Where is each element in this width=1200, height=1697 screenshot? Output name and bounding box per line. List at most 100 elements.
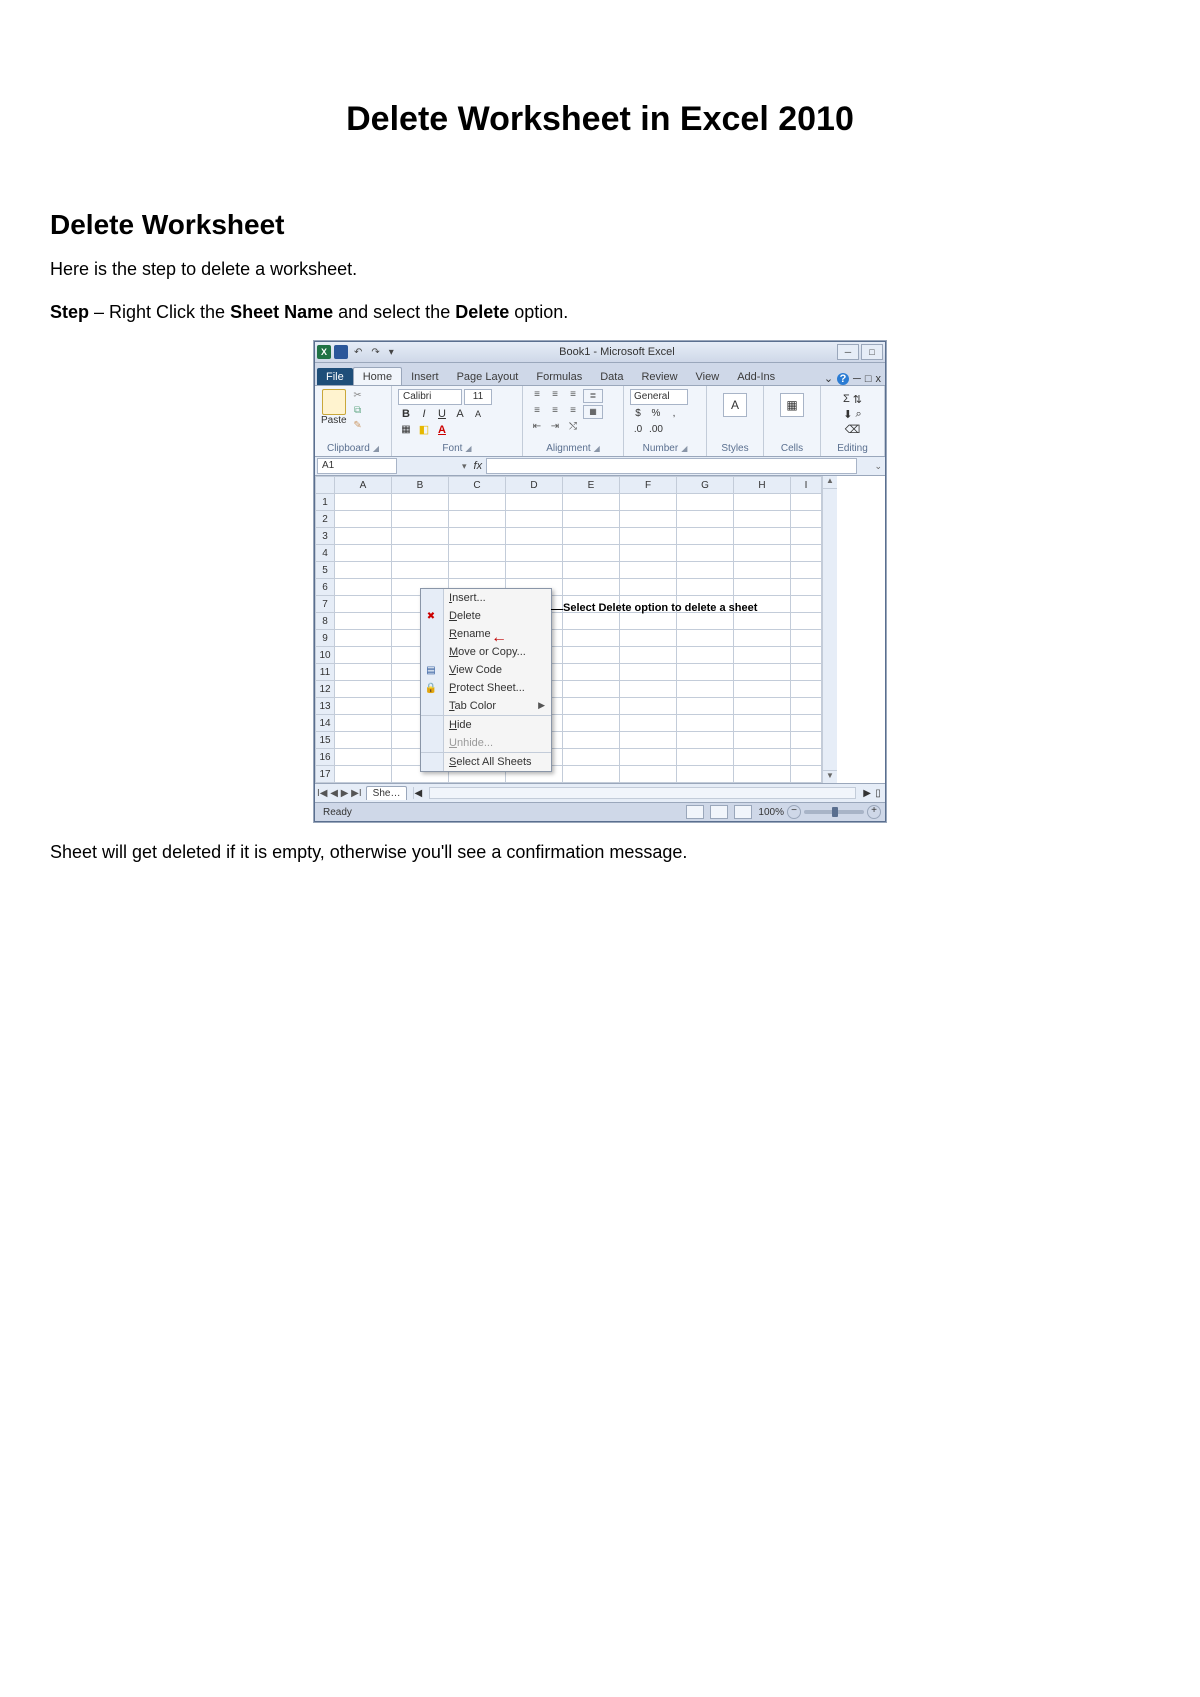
comma-button[interactable]: , [666, 407, 682, 421]
ctx-hide[interactable]: Hide [421, 716, 551, 734]
tab-home[interactable]: Home [353, 367, 402, 385]
redo-button[interactable]: ↷ [368, 347, 382, 358]
ctx-insert[interactable]: Insert... [421, 589, 551, 607]
shrink-font-button[interactable]: A [470, 407, 486, 421]
font-name-select[interactable]: Calibri [398, 389, 462, 405]
row-header[interactable]: 10 [316, 647, 335, 664]
currency-button[interactable]: $ [630, 407, 646, 421]
sheet-tab[interactable]: She… [366, 786, 408, 800]
minimize-ribbon-icon[interactable]: ⌄ [824, 372, 833, 385]
bold-button[interactable]: B [398, 407, 414, 421]
undo-button[interactable]: ↶ [351, 347, 365, 358]
row-header[interactable]: 11 [316, 664, 335, 681]
view-normal-button[interactable] [686, 805, 704, 819]
row-header[interactable]: 4 [316, 545, 335, 562]
wb-minimize[interactable]: ─ [853, 373, 861, 385]
ctx-select-all[interactable]: Select All Sheets [421, 753, 551, 771]
row-header[interactable]: 16 [316, 749, 335, 766]
wb-restore[interactable]: □ [865, 373, 872, 385]
row-header[interactable]: 15 [316, 732, 335, 749]
view-layout-button[interactable] [710, 805, 728, 819]
number-format-select[interactable]: General [630, 389, 688, 405]
find-button[interactable]: ⌕ [856, 408, 862, 421]
ctx-tab-color[interactable]: Tab Color▶ [421, 697, 551, 716]
tab-addins[interactable]: Add-Ins [728, 368, 784, 385]
cells-icon[interactable]: ▦ [780, 393, 804, 417]
ctx-protect[interactable]: 🔒Protect Sheet... [421, 679, 551, 697]
tab-file[interactable]: File [317, 368, 353, 385]
col-header[interactable]: C [449, 477, 506, 494]
row-header[interactable]: 9 [316, 630, 335, 647]
split-handle[interactable]: ▯ [871, 788, 885, 799]
zoom-in-button[interactable]: + [867, 805, 881, 819]
merge-button[interactable]: ▦ [583, 405, 603, 419]
border-button[interactable]: ▦ [398, 423, 414, 437]
row-header[interactable]: 13 [316, 698, 335, 715]
col-header[interactable]: H [734, 477, 791, 494]
font-color-button[interactable]: A [434, 423, 450, 437]
orientation[interactable]: ⤭ [565, 421, 581, 433]
col-header[interactable]: B [392, 477, 449, 494]
tab-data[interactable]: Data [591, 368, 632, 385]
scroll-down-icon[interactable]: ▼ [823, 770, 837, 783]
paste-button[interactable]: Paste [321, 389, 347, 426]
row-header[interactable]: 17 [316, 766, 335, 783]
tab-review[interactable]: Review [632, 368, 686, 385]
row-header[interactable]: 1 [316, 494, 335, 511]
italic-button[interactable]: I [416, 407, 432, 421]
format-painter-icon[interactable]: ✎ [351, 419, 365, 431]
tab-formulas[interactable]: Formulas [527, 368, 591, 385]
align-left[interactable]: ≡ [529, 405, 545, 417]
namebox-dropdown[interactable]: ▾ [459, 461, 470, 472]
sort-button[interactable]: ⇅ [853, 393, 862, 406]
font-size-select[interactable]: 11 [464, 389, 492, 405]
styles-icon[interactable]: A [723, 393, 747, 417]
ctx-move-copy[interactable]: Move or Copy... [421, 643, 551, 661]
horizontal-scrollbar[interactable]: ◀▶ [413, 787, 871, 799]
align-mid[interactable]: ≡ [547, 389, 563, 401]
row-header[interactable]: 7 [316, 596, 335, 613]
sheet-nav[interactable]: I◀ ◀ ▶ ▶I [315, 788, 364, 799]
grow-font-button[interactable]: A [452, 407, 468, 421]
fx-expand[interactable]: ⌄ [871, 461, 885, 472]
view-pagebreak-button[interactable] [734, 805, 752, 819]
fx-icon[interactable]: fx [470, 460, 487, 472]
row-header[interactable]: 8 [316, 613, 335, 630]
worksheet-grid[interactable]: A B C D E F G H I 1 2 3 4 5 6 7 8 9 10 1… [315, 476, 822, 783]
align-top[interactable]: ≡ [529, 389, 545, 401]
col-header[interactable]: A [335, 477, 392, 494]
maximize-button[interactable]: □ [861, 344, 883, 360]
tab-insert[interactable]: Insert [402, 368, 448, 385]
row-header[interactable]: 3 [316, 528, 335, 545]
col-header[interactable]: I [791, 477, 822, 494]
align-right[interactable]: ≡ [565, 405, 581, 417]
zoom-out-button[interactable]: − [787, 805, 801, 819]
fill-button[interactable]: ⬇ [843, 408, 852, 421]
scroll-up-icon[interactable]: ▲ [823, 476, 837, 489]
col-header[interactable]: E [563, 477, 620, 494]
row-header[interactable]: 6 [316, 579, 335, 596]
wrap-text-button[interactable]: ≣ [583, 389, 603, 403]
col-header[interactable]: F [620, 477, 677, 494]
tab-view[interactable]: View [687, 368, 729, 385]
fill-color-button[interactable]: ◧ [416, 423, 432, 437]
row-header[interactable]: 14 [316, 715, 335, 732]
select-all-corner[interactable] [316, 477, 335, 494]
tab-page-layout[interactable]: Page Layout [448, 368, 528, 385]
clear-button[interactable]: ⌫ [845, 423, 861, 436]
indent-dec[interactable]: ⇤ [529, 421, 545, 433]
row-header[interactable]: 5 [316, 562, 335, 579]
qat-more[interactable]: ▾ [386, 347, 397, 358]
inc-decimal-button[interactable]: .0 [630, 423, 646, 437]
align-center[interactable]: ≡ [547, 405, 563, 417]
align-bot[interactable]: ≡ [565, 389, 581, 401]
col-header[interactable]: D [506, 477, 563, 494]
ctx-rename[interactable]: Rename [421, 625, 551, 643]
cut-icon[interactable]: ✂ [351, 389, 365, 401]
formula-bar[interactable] [486, 458, 857, 474]
indent-inc[interactable]: ⇥ [547, 421, 563, 433]
ctx-delete[interactable]: ✖ Delete ← [421, 607, 551, 625]
vertical-scrollbar[interactable]: ▲ ▼ [822, 476, 837, 783]
percent-button[interactable]: % [648, 407, 664, 421]
row-header[interactable]: 2 [316, 511, 335, 528]
